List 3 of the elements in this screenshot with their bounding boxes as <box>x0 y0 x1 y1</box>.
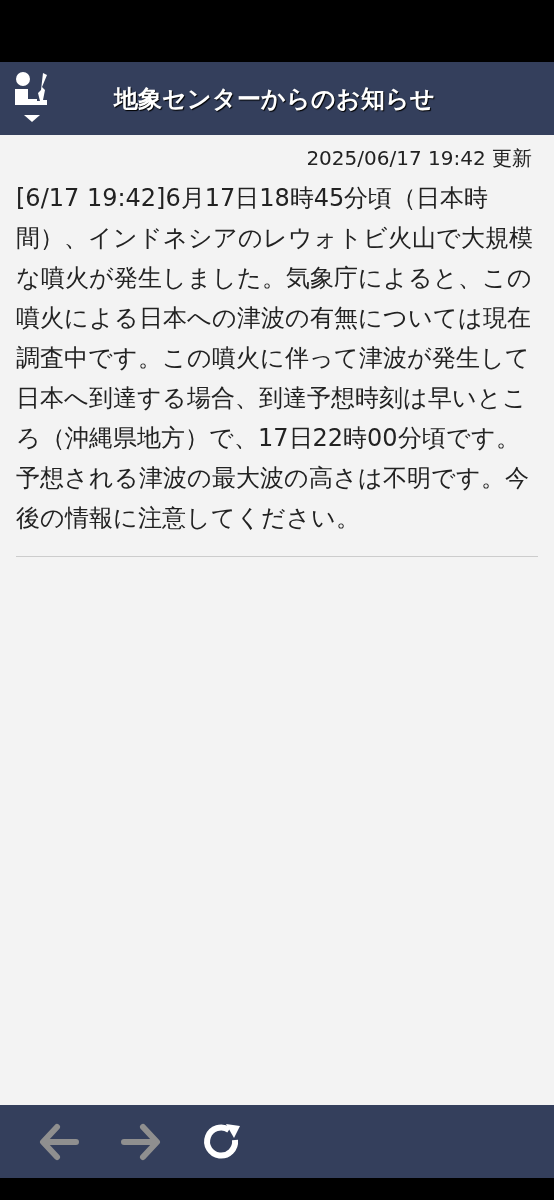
update-time: 2025/06/17 19:42 更新 <box>305 145 533 172</box>
notice-text: [6/17 19:42]6月17日18時45分頃（日本時間）、インドネシアのレウォトビ火山で大規模な噴火が発生しました。気象庁によると、この噴火による日本への津波の有無については現在調査中です。この噴火に伴って津波が発生して日本へ到達する場合、到達予想時刻は早いところ（沖縄県地方）で、17日22時00分頃です。予想される津波の最大波の高さは不明です。今後の情報に注意してください。 <box>16 178 538 557</box>
page-title: 地象センターからのお知らせ <box>114 83 435 115</box>
